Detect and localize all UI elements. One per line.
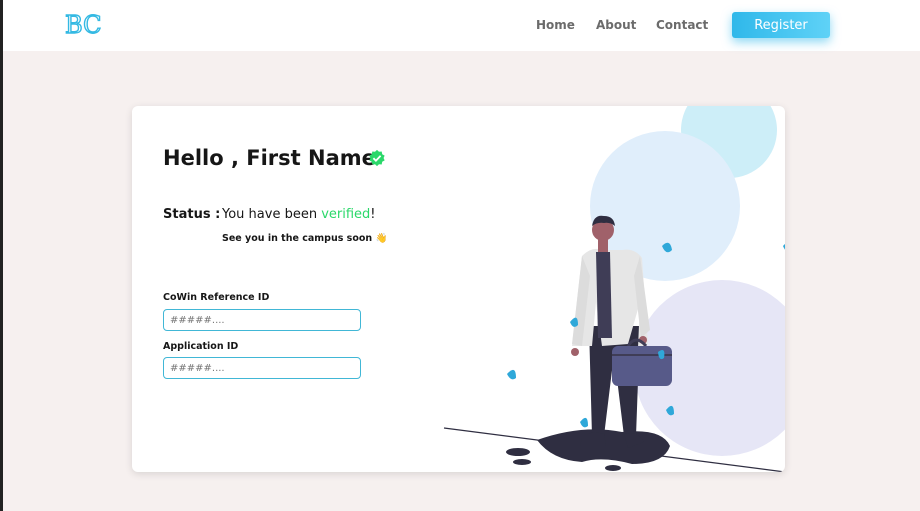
status-value: verified bbox=[321, 207, 371, 222]
nav-about-link[interactable]: About bbox=[596, 18, 636, 32]
application-id-label: Application ID bbox=[163, 341, 239, 352]
doctor-illustration bbox=[443, 106, 785, 472]
greeting-heading: Hello , First Name bbox=[163, 146, 376, 170]
nav-contact-link[interactable]: Contact bbox=[656, 18, 708, 32]
campus-note: See you in the campus soon 👋 bbox=[222, 233, 388, 244]
status-card: Hello , First Name Status : You have bee… bbox=[132, 106, 785, 472]
status-message: You have been verified! bbox=[222, 207, 376, 222]
application-id-input[interactable] bbox=[163, 357, 361, 379]
bc-logo[interactable]: BC bbox=[63, 8, 101, 40]
svg-text:BC: BC bbox=[65, 11, 101, 39]
cowin-id-label: CoWin Reference ID bbox=[163, 292, 270, 303]
cowin-id-input[interactable] bbox=[163, 309, 361, 331]
status-suffix: ! bbox=[370, 207, 376, 222]
status-label: Status : bbox=[163, 207, 221, 222]
top-navbar: BC Home About Contact Register bbox=[3, 0, 920, 51]
nav-home-link[interactable]: Home bbox=[536, 18, 575, 32]
status-prefix: You have been bbox=[222, 207, 322, 222]
verified-check-icon bbox=[369, 149, 385, 167]
register-button[interactable]: Register bbox=[732, 12, 830, 38]
